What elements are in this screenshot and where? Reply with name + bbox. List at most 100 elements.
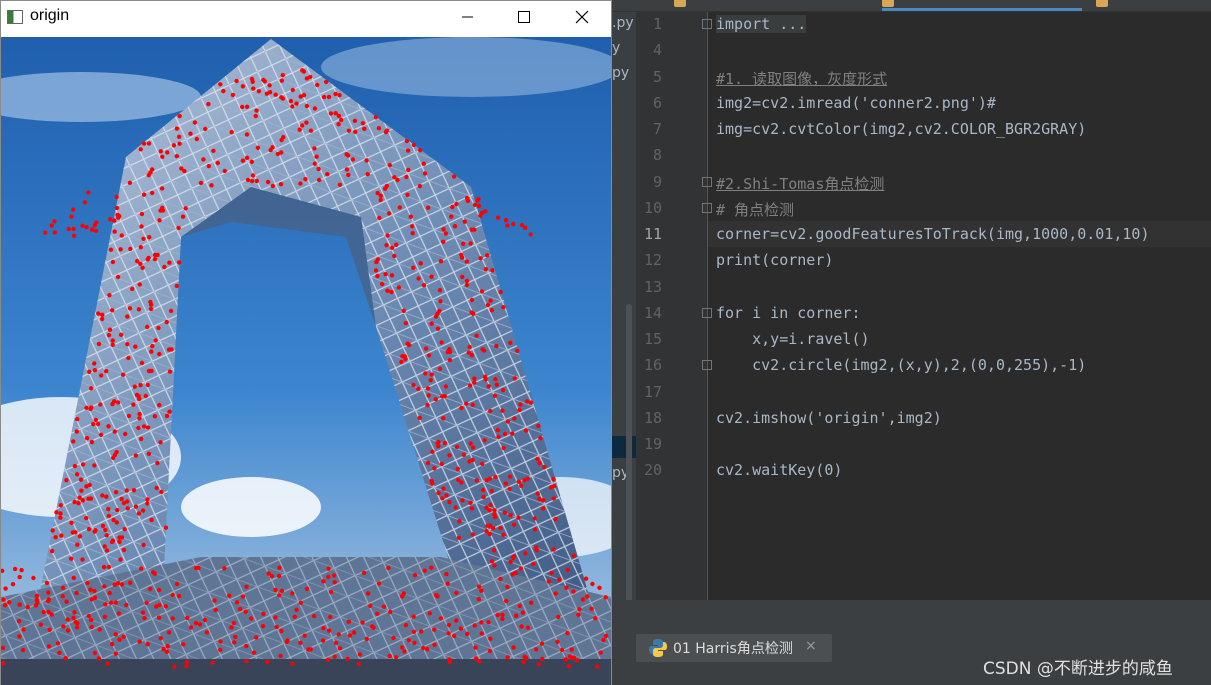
corner-marker bbox=[345, 656, 350, 662]
corner-marker bbox=[525, 476, 530, 481]
code-line-comment[interactable]: #1. 读取图像，灰度形式 bbox=[716, 68, 887, 89]
corner-marker bbox=[486, 384, 491, 389]
corner-marker bbox=[316, 177, 322, 183]
corner-marker bbox=[193, 620, 199, 626]
close-icon[interactable]: × bbox=[805, 638, 817, 654]
corner-marker bbox=[167, 409, 172, 414]
corner-marker bbox=[507, 486, 512, 492]
line-number: 1 bbox=[652, 15, 662, 33]
code-line-comment[interactable]: # 角点检测 bbox=[716, 199, 794, 220]
corner-marker bbox=[504, 598, 509, 604]
corner-marker bbox=[107, 590, 112, 596]
corner-marker bbox=[91, 421, 96, 427]
corner-marker bbox=[555, 639, 560, 644]
code-line[interactable]: cv2.imshow('origin',img2) bbox=[716, 409, 942, 427]
maximize-icon[interactable] bbox=[501, 1, 547, 33]
code-line[interactable]: img2=cv2.imread('conner2.png')# bbox=[716, 94, 996, 112]
fold-marker-icon[interactable] bbox=[702, 203, 712, 213]
corner-marker bbox=[232, 640, 237, 645]
corner-marker bbox=[461, 452, 467, 457]
corner-marker bbox=[589, 606, 594, 611]
corner-marker bbox=[132, 384, 137, 389]
line-number: 9 bbox=[652, 173, 662, 191]
corner-marker bbox=[145, 324, 150, 330]
window-title: origin bbox=[30, 7, 70, 24]
fold-marker-icon[interactable] bbox=[702, 177, 712, 187]
corner-marker bbox=[485, 523, 490, 528]
corner-marker bbox=[148, 299, 153, 305]
project-file-label[interactable]: py bbox=[612, 65, 629, 81]
corner-marker bbox=[166, 347, 172, 352]
project-file-label[interactable]: y bbox=[612, 40, 620, 56]
corner-marker bbox=[99, 373, 104, 378]
close-icon[interactable] bbox=[559, 1, 605, 33]
editor-tab[interactable] bbox=[674, 0, 692, 11]
corner-marker bbox=[170, 616, 175, 621]
project-scrollbar[interactable] bbox=[626, 304, 632, 630]
fold-marker-icon[interactable] bbox=[702, 308, 712, 318]
code-line[interactable]: corner=cv2.goodFeaturesToTrack(img,1000,… bbox=[716, 225, 1149, 243]
minimize-icon[interactable] bbox=[445, 1, 491, 33]
corner-marker bbox=[279, 95, 284, 100]
corner-marker bbox=[44, 580, 50, 586]
corner-marker bbox=[465, 195, 470, 201]
corner-marker bbox=[470, 445, 476, 450]
corner-marker bbox=[472, 380, 477, 385]
corner-marker bbox=[34, 593, 40, 598]
corner-marker bbox=[108, 247, 114, 252]
editor-tab[interactable] bbox=[1096, 0, 1114, 11]
corner-marker bbox=[353, 129, 358, 134]
corner-marker bbox=[183, 206, 188, 211]
corner-marker bbox=[487, 648, 493, 654]
corner-marker bbox=[454, 590, 459, 596]
corner-marker bbox=[521, 660, 526, 665]
corner-marker bbox=[495, 612, 500, 618]
corner-marker bbox=[375, 273, 380, 279]
corner-marker bbox=[165, 150, 170, 155]
corner-marker bbox=[53, 535, 58, 540]
corner-marker bbox=[156, 615, 162, 620]
project-file-label[interactable]: .py bbox=[612, 15, 634, 31]
line-number: 19 bbox=[643, 435, 662, 453]
corner-marker bbox=[333, 111, 338, 116]
fold-marker-icon[interactable] bbox=[702, 19, 712, 29]
corner-marker bbox=[388, 609, 393, 615]
corner-marker bbox=[213, 607, 218, 613]
corner-marker bbox=[119, 496, 124, 502]
run-tab-label[interactable]: 01 Harris角点检测 bbox=[673, 638, 793, 658]
corner-marker bbox=[531, 561, 536, 567]
corner-marker bbox=[482, 438, 487, 443]
code-line[interactable]: print(corner) bbox=[716, 251, 833, 269]
corner-marker bbox=[110, 308, 115, 313]
corner-marker bbox=[423, 371, 428, 376]
code-line[interactable]: for i in corner: bbox=[716, 304, 861, 322]
corner-marker bbox=[346, 128, 352, 133]
corner-marker bbox=[563, 657, 568, 662]
opencv-window[interactable]: origin bbox=[0, 0, 612, 685]
corner-marker bbox=[152, 252, 158, 258]
code-line[interactable]: import ... bbox=[716, 15, 807, 33]
corner-marker bbox=[176, 593, 182, 599]
code-line[interactable]: cv2.waitKey(0) bbox=[716, 461, 842, 479]
corner-marker bbox=[211, 148, 216, 153]
corner-marker bbox=[464, 282, 470, 288]
corner-marker bbox=[412, 640, 417, 645]
corner-marker bbox=[540, 506, 546, 511]
code-line[interactable]: x,y=i.ravel() bbox=[716, 330, 869, 348]
editor-tab-active[interactable] bbox=[882, 0, 1082, 11]
corner-marker bbox=[277, 593, 282, 598]
corner-marker bbox=[392, 175, 397, 180]
corner-marker bbox=[71, 575, 77, 581]
corner-marker bbox=[403, 320, 409, 326]
corner-marker bbox=[590, 581, 595, 587]
code-line-comment[interactable]: #2.Shi-Tomas角点检测 bbox=[716, 173, 884, 194]
fold-marker-icon[interactable] bbox=[702, 360, 712, 370]
corner-marker bbox=[314, 154, 319, 159]
window-titlebar[interactable]: origin bbox=[1, 1, 611, 36]
code-line[interactable]: img=cv2.cvtColor(img2,cv2.COLOR_BGR2GRAY… bbox=[716, 120, 1086, 138]
corner-marker bbox=[273, 92, 278, 97]
code-line[interactable]: cv2.circle(img2,(x,y),2,(0,0,255),-1) bbox=[716, 356, 1086, 374]
corner-marker bbox=[336, 122, 341, 127]
corner-marker bbox=[534, 547, 540, 553]
corner-marker bbox=[154, 485, 159, 491]
